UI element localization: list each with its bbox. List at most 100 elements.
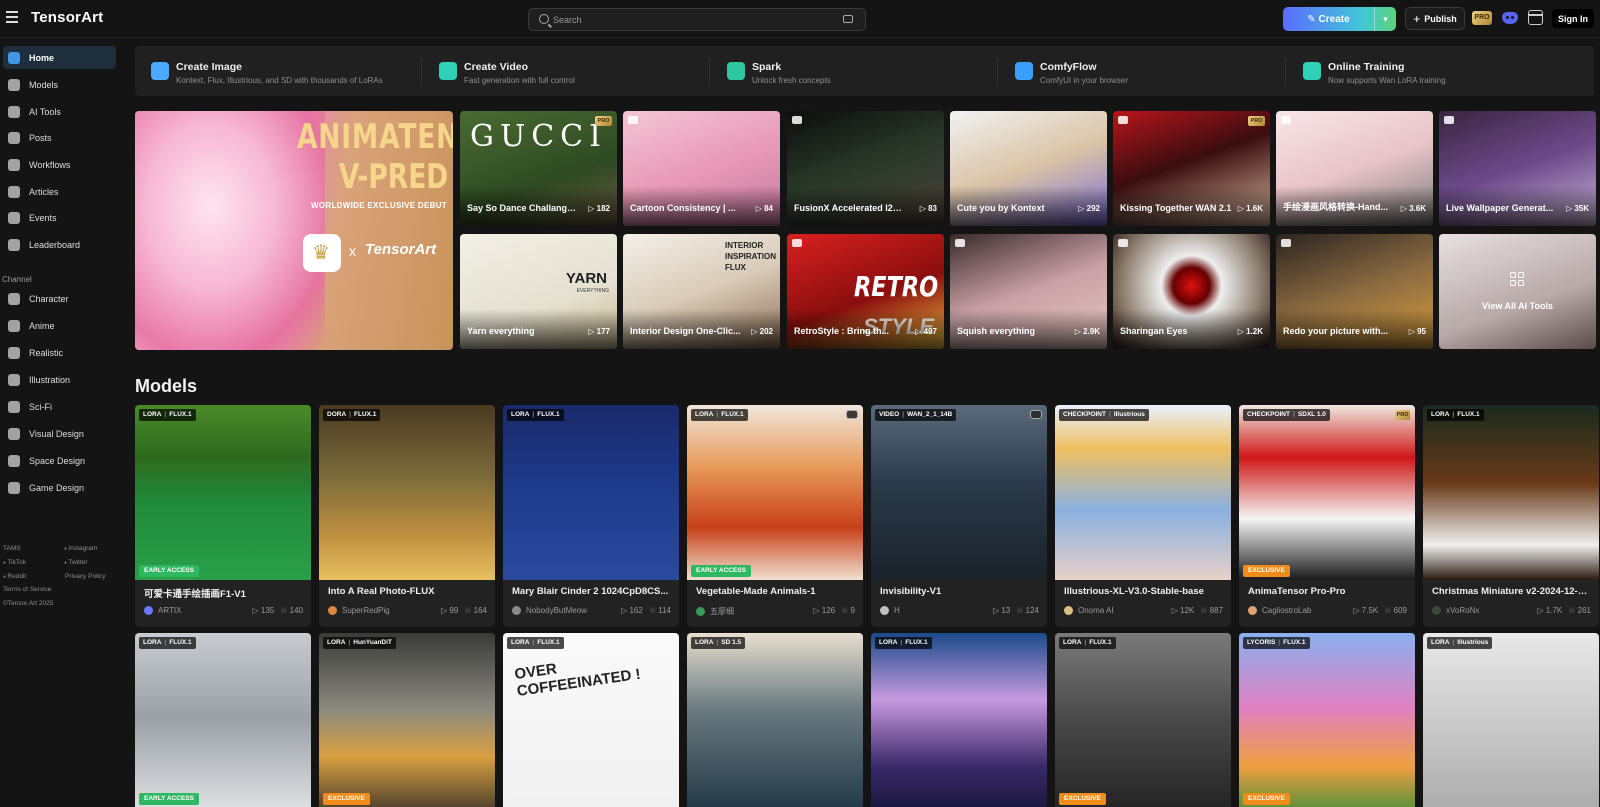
model-thumbnail[interactable] <box>687 405 863 580</box>
model-title[interactable]: Mary Blair Cinder 2 1024CpD8CS... <box>512 586 672 597</box>
footer-twitter[interactable]: Twitter <box>64 559 87 566</box>
channel-item-sci-fi[interactable]: Sci-Fi <box>3 395 116 418</box>
model-author[interactable]: xVoRoNx <box>1432 606 1479 615</box>
sidebar-item-leaderboard[interactable]: Leaderboard <box>3 233 116 256</box>
publish-button[interactable]: + Publish <box>1405 7 1465 30</box>
footer-reddit[interactable]: Reddit <box>3 573 26 580</box>
channel-item-realistic[interactable]: Realistic <box>3 341 116 364</box>
model-author[interactable]: H <box>880 606 900 615</box>
model-thumbnail[interactable] <box>1423 405 1599 580</box>
channel-item-character[interactable]: Character <box>3 287 116 310</box>
ai-tool-card[interactable]: YARNEVERYTHING Yarn everything 177 <box>460 234 617 349</box>
model-card[interactable]: LORA | FLUX.1 <box>871 633 1047 807</box>
search-bar[interactable] <box>528 8 866 31</box>
model-card[interactable]: LYCORIS | FLUX.1 EXCLUSIVE <box>1239 633 1415 807</box>
footer-terms[interactable]: Terms of Service <box>3 586 51 593</box>
model-title[interactable]: Illustrious-XL-V3.0-Stable-base <box>1064 586 1224 597</box>
model-thumbnail[interactable] <box>503 405 679 580</box>
ai-tool-card[interactable]: RETROSTYLERetroStyle : Bring th...497 <box>787 234 944 349</box>
model-title[interactable]: Into A Real Photo-FLUX <box>328 586 488 597</box>
sidebar-item-ai-tools[interactable]: AI Tools <box>3 100 116 123</box>
model-card[interactable]: LORA | FLUX.1 EXCLUSIVE <box>1055 633 1231 807</box>
model-author[interactable]: Onoma AI <box>1064 606 1114 615</box>
model-title[interactable]: Christmas Miniature v2-2024-12-01... <box>1432 586 1592 597</box>
model-thumbnail[interactable] <box>319 405 495 580</box>
ai-tool-card[interactable]: Cute you by Kontext 292 <box>950 111 1107 226</box>
channel-item-game-design[interactable]: Game Design <box>3 476 116 499</box>
quick-action-comfyflow[interactable]: ComfyFlow ComfyUI in your browser <box>999 46 1269 96</box>
ai-tool-card[interactable]: Live Wallpaper Generat... 35K <box>1439 111 1596 226</box>
sign-in-button[interactable]: Sign In <box>1552 9 1594 28</box>
model-title[interactable]: Invisibility-V1 <box>880 586 1040 597</box>
model-thumbnail[interactable] <box>1423 633 1599 807</box>
model-thumbnail[interactable] <box>1055 633 1231 807</box>
search-input[interactable] <box>553 12 823 27</box>
model-thumbnail[interactable] <box>1239 405 1415 580</box>
sidebar-item-workflows[interactable]: Workflows <box>3 153 116 176</box>
ai-tool-card[interactable]: Squish everything 2.9K <box>950 234 1107 349</box>
quick-action-create-video[interactable]: Create Video Fast generation with full co… <box>423 46 693 96</box>
footer-privacy[interactable]: Privacy Policy <box>65 573 105 580</box>
model-thumbnail[interactable] <box>871 633 1047 807</box>
channel-item-space-design[interactable]: Space Design <box>3 449 116 472</box>
model-thumbnail[interactable] <box>1055 405 1231 580</box>
view-all-ai-tools-card[interactable]: View All AI Tools <box>1439 234 1596 349</box>
create-label[interactable]: Create <box>1283 14 1374 25</box>
model-card[interactable]: LORA | Illustrious <box>1423 633 1599 807</box>
quick-action-online-training[interactable]: Online Training Now supports Wan LoRA tra… <box>1287 46 1557 96</box>
ai-tool-card[interactable]: Sharingan Eyes 1.2K <box>1113 234 1270 349</box>
model-card[interactable]: LORA | FLUX.1 OVER COFFEEINATED ! <box>503 633 679 807</box>
model-title[interactable]: 可爱卡通手绘插画F1-V1 <box>144 586 304 600</box>
model-thumbnail[interactable] <box>1239 633 1415 807</box>
sidebar-item-posts[interactable]: Posts <box>3 126 116 149</box>
channel-item-anime[interactable]: Anime <box>3 314 116 337</box>
footer-tams[interactable]: TAMS <box>3 545 21 552</box>
model-card[interactable]: LORA | FLUX.1 EARLY ACCESS Vegetable-Made An… <box>687 405 863 627</box>
ai-tool-card[interactable]: Cartoon Consistency | ... 84 <box>623 111 780 226</box>
promo-banner[interactable]: ANIMATENSOR V-PRED WORLDWIDE EXCLUSIVE D… <box>135 111 453 350</box>
footer-instagram[interactable]: Instagram <box>64 545 97 552</box>
channel-item-illustration[interactable]: Illustration <box>3 368 116 391</box>
model-card[interactable]: DORA | FLUX.1 Into A Real Photo-FLUX SuperRe… <box>319 405 495 627</box>
ai-tool-card[interactable]: INTERIOR INSPIRATION FLUX Interior Design O… <box>623 234 780 349</box>
ai-tool-card[interactable]: GUCCIPRO Say So Dance Challange ... 182 <box>460 111 617 226</box>
calendar-icon[interactable] <box>1528 10 1543 25</box>
ai-tool-card[interactable]: PRO Kissing Together WAN 2.1 1.6K <box>1113 111 1270 226</box>
model-card[interactable]: CHECKPOINT | SDXL 1.0 PRO EXCLUSIVE AnimaTens… <box>1239 405 1415 627</box>
model-card[interactable]: LORA | FLUX.1 Christmas Miniature v2-2024-1… <box>1423 405 1599 627</box>
ai-tool-card[interactable]: 手绘漫画风格转换-Hand... 3.6K <box>1276 111 1433 226</box>
model-thumbnail[interactable] <box>687 633 863 807</box>
model-card[interactable]: CHECKPOINT | Illustrious Illustrious-XL-V3.… <box>1055 405 1231 627</box>
model-thumbnail[interactable] <box>871 405 1047 580</box>
model-author[interactable]: CagliostroLab <box>1248 606 1311 615</box>
discord-icon[interactable] <box>1502 12 1518 24</box>
quick-action-spark[interactable]: Spark Unlock fresh concepts <box>711 46 981 96</box>
sidebar-item-home[interactable]: Home <box>3 46 116 69</box>
model-author[interactable]: 五廖细 <box>696 606 734 617</box>
model-card[interactable]: VIDEO|WAN_2_1_14B Invisibility-V1 H 13 124 <box>871 405 1047 627</box>
model-author[interactable]: NobodyButMeow <box>512 606 587 615</box>
channel-item-visual-design[interactable]: Visual Design <box>3 422 116 445</box>
sidebar-item-models[interactable]: Models <box>3 73 116 96</box>
camera-icon[interactable] <box>843 15 853 23</box>
model-card[interactable]: LORA | HunYuanDiT EXCLUSIVE <box>319 633 495 807</box>
model-thumbnail[interactable] <box>135 405 311 580</box>
ai-tool-card[interactable]: FusionX Accelerated I2V:... 83 <box>787 111 944 226</box>
model-author[interactable]: ARTIX <box>144 606 181 615</box>
model-card[interactable]: LORA | FLUX.1 EARLY ACCESS 可爱卡通手绘插画F1-V1 ARTI… <box>135 405 311 627</box>
pro-badge[interactable]: PRO <box>1472 11 1492 25</box>
model-thumbnail[interactable] <box>319 633 495 807</box>
ai-tool-card[interactable]: Redo your picture with... 95 <box>1276 234 1433 349</box>
menu-icon[interactable] <box>6 11 20 25</box>
model-card[interactable]: LORA | FLUX.1 EARLY ACCESS <box>135 633 311 807</box>
model-card[interactable]: LORA | FLUX.1 Mary Blair Cinder 2 1024CpD8C… <box>503 405 679 627</box>
model-card[interactable]: LORA | SD 1.5 <box>687 633 863 807</box>
create-button[interactable]: Create ▾ <box>1283 7 1396 31</box>
model-title[interactable]: Vegetable-Made Animals-1 <box>696 586 856 597</box>
model-author[interactable]: SuperRedPig <box>328 606 390 615</box>
sidebar-item-articles[interactable]: Articles <box>3 180 116 203</box>
quick-action-create-image[interactable]: Create Image Kontext, Flux, Illustrious, … <box>135 46 405 96</box>
sidebar-item-events[interactable]: Events <box>3 206 116 229</box>
footer-tiktok[interactable]: TikTok <box>3 559 26 566</box>
model-title[interactable]: AnimaTensor Pro-Pro <box>1248 586 1408 597</box>
